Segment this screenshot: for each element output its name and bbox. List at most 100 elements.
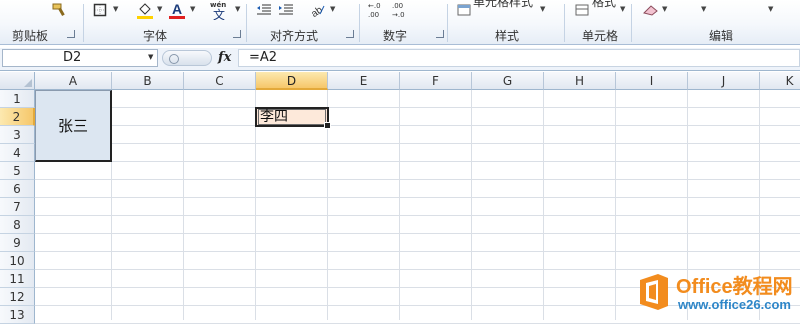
clear-dropdown-icon[interactable]: ▼ [662,5,667,13]
row-header-8[interactable]: 8 [0,216,35,234]
grid-line-vertical [543,90,544,320]
column-header-j[interactable]: J [688,72,760,90]
group-label-editing: 编辑 [709,29,734,43]
grid-line-horizontal [35,197,800,198]
ribbon-separator [564,4,565,42]
formula-bar: D2 ▼ fx =A2 [0,48,800,71]
clear-icon[interactable] [642,1,660,19]
phonetic-dropdown-icon[interactable]: ▼ [235,5,240,13]
formula-input[interactable]: =A2 [238,49,800,67]
row-header-1[interactable]: 1 [0,90,35,108]
grid-line-horizontal [35,161,800,162]
svg-text:A: A [172,1,182,17]
column-header-d[interactable]: D [256,72,328,90]
decrease-decimal-icon[interactable]: .00 →.0 [390,1,410,19]
row-header-3[interactable]: 3 [0,126,35,144]
font-launcher-icon[interactable] [233,30,241,38]
svg-text:文: 文 [213,7,225,20]
ribbon-separator [631,4,632,42]
column-header-h[interactable]: H [544,72,616,90]
column-header-e[interactable]: E [328,72,400,90]
fill-color-dropdown-icon[interactable]: ▼ [157,5,162,13]
border-icon[interactable] [92,1,108,19]
format-dropdown-icon[interactable]: ▼ [620,5,625,13]
row-header-5[interactable]: 5 [0,162,35,180]
watermark-url: www.office26.com [678,297,791,312]
grid-line-vertical [615,90,616,320]
sort-filter-dropdown-icon[interactable]: ▼ [768,5,773,13]
column-header-b[interactable]: B [112,72,184,90]
decrease-indent-icon[interactable] [256,1,272,19]
insert-function-icon[interactable]: fx [218,50,231,65]
increase-indent-icon[interactable] [278,1,294,19]
fill-handle[interactable] [324,122,331,129]
clipboard-launcher-icon[interactable] [67,30,75,38]
alignment-launcher-icon[interactable] [346,30,354,38]
phonetic-icon[interactable]: wén 文 [208,1,232,20]
row-header-10[interactable]: 10 [0,252,35,270]
font-color-icon[interactable]: A [168,1,186,19]
number-launcher-icon[interactable] [436,30,444,38]
handle-dot-icon [169,54,179,64]
format-button[interactable]: 格式 [592,0,616,10]
cell-styles-dropdown-icon[interactable]: ▼ [540,5,545,13]
column-header-i[interactable]: I [616,72,688,90]
name-box-dropdown-icon[interactable]: ▼ [148,53,153,61]
row-header-2[interactable]: 2 [0,108,35,126]
name-box[interactable]: D2 [2,49,158,67]
svg-text:←.0: ←.0 [368,2,381,10]
ribbon-separator [83,4,84,42]
active-cell-d2[interactable]: 李四 [255,107,331,129]
cell-a2-value: 张三 [57,117,88,135]
column-header-k[interactable]: K [760,72,800,90]
svg-text:.00: .00 [392,2,403,10]
ribbon-icon-row: ▼ ▼ A ▼ wén 文 ▼ ab ▼ ←.0.00 .00 →.0 单元格样… [0,0,800,42]
font-color-dropdown-icon[interactable]: ▼ [190,5,195,13]
group-label-styles: 样式 [495,29,520,43]
format-icon[interactable] [574,1,590,19]
group-label-cells: 单元格 [582,29,619,43]
row-header-11[interactable]: 11 [0,270,35,288]
ribbon-separator [246,4,247,42]
column-header-c[interactable]: C [184,72,256,90]
column-header-f[interactable]: F [400,72,472,90]
find-select-dropdown-icon[interactable]: ▼ [701,5,706,13]
cell-styles-icon[interactable] [456,1,472,19]
row-header-12[interactable]: 12 [0,288,35,306]
ribbon: ▼ ▼ A ▼ wén 文 ▼ ab ▼ ←.0.00 .00 →.0 单元格样… [0,0,800,45]
grid-line-horizontal [35,107,800,108]
grid-line-horizontal [35,143,800,144]
formula-bar-handle[interactable] [162,50,212,66]
cell-styles-button[interactable]: 单元格样式 [473,0,533,10]
column-header-a[interactable]: A [35,72,112,90]
increase-decimal-icon[interactable]: ←.0.00 [366,1,386,19]
svg-text:.00: .00 [368,11,379,19]
ribbon-separator [359,4,360,42]
grid-line-horizontal [35,233,800,234]
cell-d2-value: 李四 [258,109,326,125]
row-header-6[interactable]: 6 [0,180,35,198]
row-header-13[interactable]: 13 [0,306,35,324]
svg-text:ab: ab [309,4,325,18]
format-painter-icon[interactable] [50,1,68,19]
border-dropdown-icon[interactable]: ▼ [113,5,118,13]
office-logo-icon [640,274,668,310]
watermark: Office教程网 www.office26.com [636,270,800,320]
group-label-clipboard: 剪贴板 [12,29,49,43]
merged-cell-a1-a4[interactable]: 张三 [35,90,112,162]
column-headers: ABCDEFGHIJK [0,72,800,90]
fill-color-icon[interactable] [136,1,154,19]
ribbon-separator [447,4,448,42]
row-header-4[interactable]: 4 [0,144,35,162]
svg-text:→.0: →.0 [392,11,405,19]
group-label-number: 数字 [383,29,408,43]
grid-line-vertical [183,90,184,320]
orientation-dropdown-icon[interactable]: ▼ [330,5,335,13]
column-header-g[interactable]: G [472,72,544,90]
group-label-font: 字体 [143,29,168,43]
watermark-title: Office教程网 [676,276,793,298]
orientation-icon[interactable]: ab [308,1,326,19]
grid-line-horizontal [35,125,800,126]
row-header-9[interactable]: 9 [0,234,35,252]
row-header-7[interactable]: 7 [0,198,35,216]
